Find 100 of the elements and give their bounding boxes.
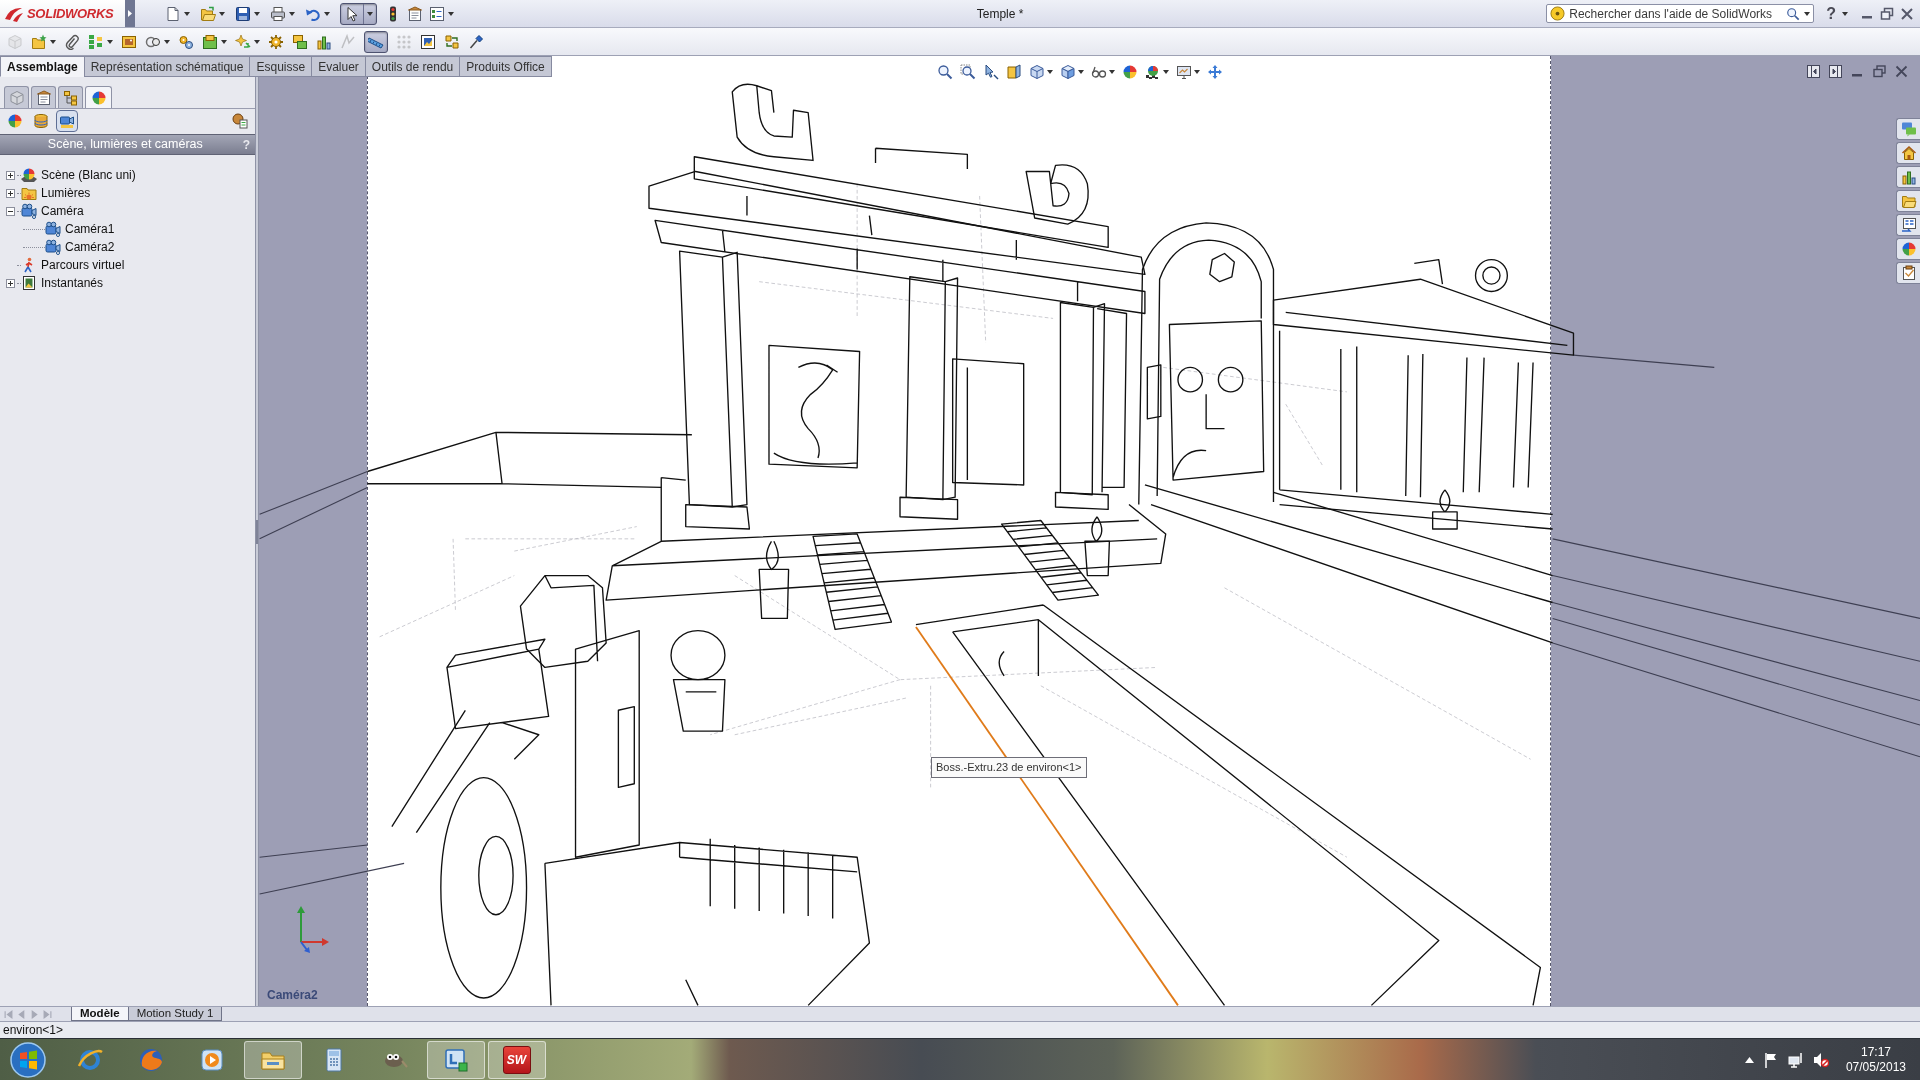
search-field[interactable]: Rechercher dans l'aide de SolidWorks xyxy=(1546,4,1815,23)
tree-item[interactable]: Instantanés xyxy=(41,274,104,292)
color-sphere-icon[interactable] xyxy=(1122,64,1138,80)
bottom-tab[interactable]: Modèle xyxy=(71,1007,129,1021)
camera-icon[interactable] xyxy=(21,203,37,219)
command-tab[interactable]: Esquisse xyxy=(249,56,313,77)
caret-icon[interactable] xyxy=(324,11,330,16)
magnifier-icon[interactable] xyxy=(1786,6,1801,21)
gears-icon[interactable] xyxy=(178,33,194,50)
arrow-pointer-icon[interactable] xyxy=(983,64,999,80)
speaker-muted-icon[interactable] xyxy=(1812,1051,1829,1068)
tile-left-icon[interactable] xyxy=(1807,65,1820,78)
caret-icon[interactable] xyxy=(221,39,227,44)
framed-picture-icon[interactable] xyxy=(21,275,37,291)
menu-flyout-button[interactable] xyxy=(125,0,135,27)
camera-icon[interactable] xyxy=(45,221,61,237)
taskbar-button[interactable]: SW xyxy=(487,1040,546,1079)
monitor-icon[interactable] xyxy=(1176,64,1192,80)
folder-icon[interactable] xyxy=(31,33,47,50)
task-pane-tab[interactable] xyxy=(1896,166,1920,188)
view-toggle-button[interactable] xyxy=(56,110,78,132)
plus-box-icon[interactable] xyxy=(6,170,15,180)
close-icon[interactable] xyxy=(1900,6,1914,21)
caret-icon[interactable] xyxy=(164,39,170,44)
sphere-on-grid-icon[interactable] xyxy=(21,167,37,183)
paperclip-icon[interactable] xyxy=(64,33,80,50)
command-tab[interactable]: Outils de rendu xyxy=(364,56,461,77)
task-pane-tab[interactable] xyxy=(1896,190,1920,212)
glasses-icon[interactable] xyxy=(1091,64,1107,80)
printer-icon[interactable] xyxy=(270,5,286,22)
command-tab[interactable]: Evaluer xyxy=(311,56,366,77)
clock-date[interactable]: 07/05/2013 xyxy=(1845,1059,1906,1075)
clock-time[interactable]: 17:17 xyxy=(1860,1044,1891,1060)
taskbar-button[interactable] xyxy=(243,1040,302,1079)
panel-tab[interactable] xyxy=(31,86,56,108)
linked-squares-icon[interactable] xyxy=(444,33,460,50)
caret-icon[interactable] xyxy=(1078,70,1084,74)
pressed-tool-button[interactable] xyxy=(364,30,388,53)
cube-icon[interactable] xyxy=(1029,64,1045,80)
folded-panels-icon[interactable] xyxy=(1006,64,1022,80)
restore-icon[interactable] xyxy=(1873,65,1886,78)
picture-frame-icon[interactable] xyxy=(420,33,436,50)
magnifier-icon[interactable] xyxy=(937,64,953,80)
pressed-tool-button[interactable] xyxy=(340,2,377,25)
plus-box-icon[interactable] xyxy=(6,188,15,198)
tree-item[interactable]: Caméra1 xyxy=(65,220,115,238)
pin-icon[interactable] xyxy=(468,33,484,50)
caret-icon[interactable] xyxy=(50,39,56,44)
cylinder-stack-icon[interactable] xyxy=(33,113,49,129)
command-tab[interactable]: Représentation schématique xyxy=(83,56,251,77)
restore-icon[interactable] xyxy=(1880,6,1894,21)
picture-icon[interactable] xyxy=(121,33,137,50)
bottom-tab[interactable]: Motion Study 1 xyxy=(127,1007,223,1021)
panel-tab[interactable] xyxy=(58,86,83,108)
tree-item[interactable]: Parcours virtuel xyxy=(41,256,125,274)
command-tab[interactable]: Assemblage xyxy=(0,56,85,77)
tree-item[interactable]: Caméra xyxy=(41,202,84,220)
sun-folder-icon[interactable] xyxy=(21,185,37,201)
plus-box-icon[interactable] xyxy=(6,278,15,288)
chevron-up-icon[interactable] xyxy=(1744,1056,1754,1063)
caret-icon[interactable] xyxy=(289,11,295,16)
tile-right-icon[interactable] xyxy=(1829,65,1842,78)
caret-icon[interactable] xyxy=(1194,70,1200,74)
help-button[interactable]: ? xyxy=(1826,5,1836,22)
caret-icon[interactable] xyxy=(254,39,260,44)
close-icon[interactable] xyxy=(1895,65,1908,78)
sphere-on-checker-icon[interactable] xyxy=(1145,64,1161,80)
magnifier-box-icon[interactable] xyxy=(960,64,976,80)
caret-icon[interactable] xyxy=(1109,70,1115,74)
caret-icon[interactable] xyxy=(448,11,454,16)
document-properties-icon[interactable] xyxy=(407,5,423,22)
task-pane-tab[interactable] xyxy=(1896,142,1920,164)
task-pane-tab[interactable] xyxy=(1896,214,1920,236)
tree-item[interactable]: Caméra2 xyxy=(65,238,115,256)
layers-icon[interactable] xyxy=(292,33,308,50)
taskbar-button[interactable] xyxy=(426,1040,485,1079)
camera-icon[interactable] xyxy=(45,239,61,255)
sun-icon[interactable] xyxy=(268,33,284,50)
sphere-checklist-icon[interactable] xyxy=(232,113,248,129)
caret-icon[interactable] xyxy=(107,39,113,44)
bar-chart-icon[interactable] xyxy=(316,33,332,50)
task-pane-tab[interactable] xyxy=(1896,238,1920,260)
caret-icon[interactable] xyxy=(184,11,190,16)
command-tab[interactable]: Produits Office xyxy=(459,56,552,77)
cube-icon[interactable] xyxy=(1060,64,1076,80)
color-sphere-icon[interactable] xyxy=(7,113,23,129)
four-way-arrow-icon[interactable] xyxy=(1207,64,1223,80)
caret-icon[interactable] xyxy=(1163,70,1169,74)
checklist-icon[interactable] xyxy=(429,5,445,22)
task-pane-tab[interactable] xyxy=(1896,262,1920,284)
network-icon[interactable] xyxy=(1787,1051,1804,1068)
caret-icon[interactable] xyxy=(1047,70,1053,74)
caret-icon[interactable] xyxy=(219,11,225,16)
tree-item[interactable]: Scène (Blanc uni) xyxy=(41,166,136,184)
caret-icon[interactable] xyxy=(254,11,260,16)
panel-tab[interactable] xyxy=(85,86,112,108)
page-icon[interactable] xyxy=(165,5,181,22)
caret-icon[interactable] xyxy=(1842,11,1848,16)
caret-icon[interactable] xyxy=(1804,11,1811,16)
tree-item[interactable]: Lumières xyxy=(41,184,91,202)
